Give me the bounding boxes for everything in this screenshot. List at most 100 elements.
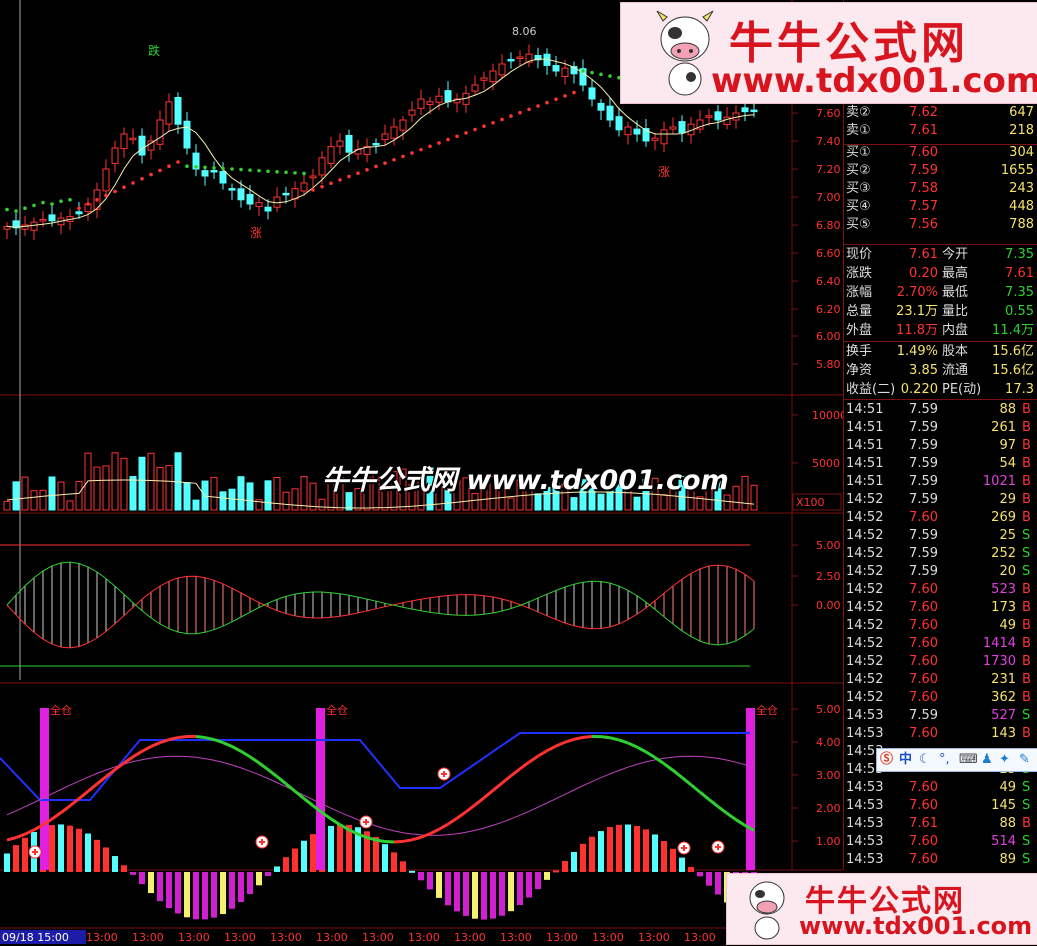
indicator-bar[interactable] (652, 834, 658, 872)
stat-row[interactable]: 总量 23.1万 量比 0.55 (844, 303, 1037, 321)
volume-bar[interactable] (75, 481, 83, 511)
indicator-bar[interactable] (598, 831, 604, 872)
indicator-bar[interactable] (508, 872, 514, 912)
ime-toolbar[interactable]: Ⓢ 中 ☾ °, ⌨ ♟ ✦ ✎ (876, 748, 1037, 772)
indicator-bar[interactable] (4, 853, 10, 872)
indicator-bar[interactable] (670, 848, 676, 872)
candle-body[interactable] (255, 202, 263, 208)
candle-body[interactable] (372, 143, 380, 146)
tick-row[interactable]: 14:53 7.60 89 S (844, 851, 1037, 869)
candle-body[interactable] (282, 192, 290, 196)
tick-row[interactable]: 14:51 7.59 261 B (844, 419, 1037, 437)
candle-body[interactable] (318, 157, 326, 176)
volume-bar[interactable] (192, 499, 200, 511)
moon-icon[interactable]: ☾ (919, 749, 931, 771)
indicator-bar[interactable] (436, 872, 442, 898)
indicator-bar[interactable] (157, 872, 163, 902)
volume-bar[interactable] (3, 500, 11, 511)
indicator-bar[interactable] (409, 870, 415, 873)
indicator-bar[interactable] (274, 866, 280, 872)
banner-url-bottom[interactable]: www.tdx001.com (799, 912, 1032, 940)
indicator-bar[interactable] (661, 841, 667, 872)
candle-body[interactable] (741, 107, 749, 113)
banner-url[interactable]: www.tdx001.com (711, 61, 1037, 101)
tick-row[interactable]: 14:53 7.60 514 S (844, 833, 1037, 851)
volume-bar[interactable] (30, 490, 38, 511)
indicator-bar[interactable] (688, 866, 694, 872)
candle-body[interactable] (174, 96, 182, 125)
indicator-bar[interactable] (706, 872, 712, 886)
volume-bar[interactable] (246, 482, 254, 511)
candle-body[interactable] (165, 101, 173, 125)
candle-body[interactable] (264, 206, 272, 212)
indicator-bar[interactable] (526, 872, 532, 898)
candle-body[interactable] (426, 101, 434, 105)
candle-body[interactable] (480, 77, 488, 81)
volume-bar[interactable] (723, 494, 731, 511)
indicator-bar[interactable] (535, 872, 541, 890)
candle-body[interactable] (120, 133, 128, 150)
order-book-row[interactable]: 卖① 7.61 218 (844, 122, 1037, 140)
candle-body[interactable] (345, 135, 353, 153)
indicator-bar[interactable] (58, 824, 64, 872)
indicator-bar[interactable] (391, 852, 397, 872)
indicator-bar[interactable] (283, 857, 289, 872)
candle-body[interactable] (300, 182, 308, 192)
volume-bar[interactable] (291, 488, 299, 511)
candle-body[interactable] (435, 95, 443, 103)
macd-panel[interactable] (0, 544, 755, 667)
candle-body[interactable] (183, 120, 191, 149)
indicator-bar[interactable] (130, 872, 136, 875)
candle-body[interactable] (660, 129, 668, 145)
indicator-bar[interactable] (562, 860, 568, 872)
candle-body[interactable] (498, 63, 506, 76)
candle-body[interactable] (228, 188, 236, 191)
indicator-bar[interactable] (490, 872, 496, 919)
indicator-bar[interactable] (454, 872, 460, 912)
indicator-bar[interactable] (310, 834, 316, 872)
candle-body[interactable] (129, 137, 137, 141)
candle-body[interactable] (651, 137, 659, 141)
volume-bar[interactable] (219, 491, 227, 511)
indicator-bar[interactable] (211, 872, 217, 918)
candle-body[interactable] (417, 98, 425, 109)
indicator-bar[interactable] (616, 824, 622, 872)
stat-row[interactable]: 涨幅 2.70% 最低 7.35 (844, 284, 1037, 302)
tick-row[interactable]: 14:51 7.59 1021 B (844, 473, 1037, 491)
candle-body[interactable] (624, 126, 632, 136)
indicator-bar[interactable] (67, 825, 73, 872)
tick-row[interactable]: 14:52 7.59 20 S (844, 563, 1037, 581)
candle-body[interactable] (471, 84, 479, 92)
indicator-bar[interactable] (553, 870, 559, 873)
indicator-bar[interactable] (679, 857, 685, 872)
candle-body[interactable] (516, 56, 524, 59)
indicator-bar[interactable] (418, 872, 424, 881)
candle-body[interactable] (390, 126, 398, 139)
candle-body[interactable] (48, 214, 56, 222)
indicator-bar[interactable] (148, 872, 154, 894)
order-book-row[interactable]: 买② 7.59 1655 (844, 162, 1037, 180)
indicator-bar[interactable] (589, 836, 595, 872)
indicator-bar[interactable] (463, 872, 469, 916)
tick-row[interactable]: 14:53 7.60 49 S (844, 779, 1037, 797)
quancang-column[interactable] (316, 708, 325, 870)
order-book-row[interactable]: 卖② 7.62 647 (844, 104, 1037, 122)
tick-row[interactable]: 14:51 7.59 97 B (844, 437, 1037, 455)
indicator-bar[interactable] (607, 827, 613, 872)
volume-bar[interactable] (66, 500, 74, 511)
volume-bar[interactable] (156, 466, 164, 511)
candle-body[interactable] (705, 115, 713, 118)
tick-row[interactable]: 14:52 7.59 25 S (844, 527, 1037, 545)
indicator-bar[interactable] (220, 872, 226, 915)
candle-body[interactable] (39, 218, 47, 222)
stat-row[interactable]: 换手 1.49% 股本 15.6亿 (844, 343, 1037, 361)
ime-mode-label[interactable]: 中 (899, 749, 912, 771)
candle-body[interactable] (633, 128, 641, 135)
indicator-bar[interactable] (580, 843, 586, 872)
candle-body[interactable] (444, 90, 452, 103)
indicator-bar[interactable] (49, 825, 55, 872)
shirt-icon[interactable]: ✦ (999, 749, 1010, 771)
candle-body[interactable] (381, 133, 389, 141)
ime-logo-icon[interactable]: Ⓢ (880, 749, 893, 771)
volume-bar[interactable] (237, 476, 245, 511)
